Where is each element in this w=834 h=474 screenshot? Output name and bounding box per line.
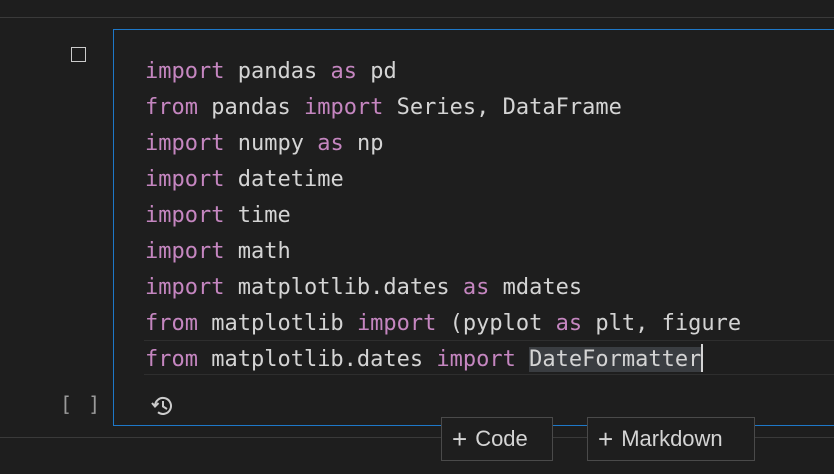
code-token: pd: [356, 59, 397, 84]
plus-icon: +: [598, 424, 614, 454]
code-token: np: [343, 131, 384, 156]
code-token: pandas: [197, 95, 304, 120]
code-line: import numpy as np: [145, 126, 741, 162]
code-keyword: import: [145, 275, 225, 300]
code-line: from matplotlib import (pyplot as plt, f…: [145, 306, 741, 342]
code-keyword: as: [330, 59, 357, 84]
code-keyword: from: [145, 311, 198, 336]
code-token: pandas: [224, 59, 331, 84]
plus-icon: +: [452, 424, 468, 454]
code-line: import pandas as pd: [145, 54, 741, 90]
code-editor[interactable]: import pandas as pd from pandas import Se…: [145, 54, 741, 378]
execution-count: [ ]: [60, 392, 103, 416]
code-line: import math: [145, 234, 741, 270]
code-token: matplotlib.dates: [224, 275, 463, 300]
history-icon[interactable]: [150, 393, 176, 419]
code-token: datetime: [224, 167, 344, 192]
add-markdown-label: Markdown: [621, 426, 723, 451]
add-code-cell-button[interactable]: + Code: [441, 417, 553, 461]
code-line: import matplotlib.dates as mdates: [145, 270, 741, 306]
text-caret: [701, 344, 704, 372]
code-keyword: as: [462, 275, 490, 300]
code-line: from pandas import Series, DataFrame: [145, 90, 741, 126]
code-keyword: import: [356, 311, 437, 336]
code-token: Series, DataFrame: [383, 95, 622, 120]
cell-divider-top: [0, 17, 834, 18]
code-line: import datetime: [145, 162, 741, 198]
code-token: time: [224, 203, 291, 228]
code-token: mdates: [489, 275, 583, 300]
code-keyword: import: [145, 59, 225, 84]
code-line: import time: [145, 198, 741, 234]
code-keyword: import: [145, 239, 225, 264]
code-keyword: import: [145, 167, 225, 192]
add-code-label: Code: [475, 426, 528, 451]
code-line: from matplotlib.dates import DateFormatt…: [145, 342, 741, 378]
code-token: math: [224, 239, 291, 264]
code-token: matplotlib: [197, 311, 357, 336]
code-keyword: import: [303, 95, 384, 120]
code-keyword: import: [436, 347, 516, 372]
code-keyword: import: [145, 131, 225, 156]
code-keyword: as: [317, 131, 344, 156]
code-token: DateFormatter: [529, 347, 702, 372]
code-keyword: from: [145, 95, 198, 120]
code-keyword: as: [555, 311, 583, 336]
code-token: numpy: [224, 131, 318, 156]
add-markdown-cell-button[interactable]: + Markdown: [587, 417, 755, 461]
code-token: (pyplot: [436, 311, 556, 336]
notebook-editor: import pandas as pd from pandas import Se…: [0, 0, 834, 474]
code-keyword: from: [145, 347, 198, 372]
code-token: matplotlib.dates: [197, 347, 437, 372]
checkbox-icon[interactable]: [71, 47, 86, 62]
code-keyword: import: [145, 203, 225, 228]
code-token: plt, figure: [582, 311, 742, 336]
